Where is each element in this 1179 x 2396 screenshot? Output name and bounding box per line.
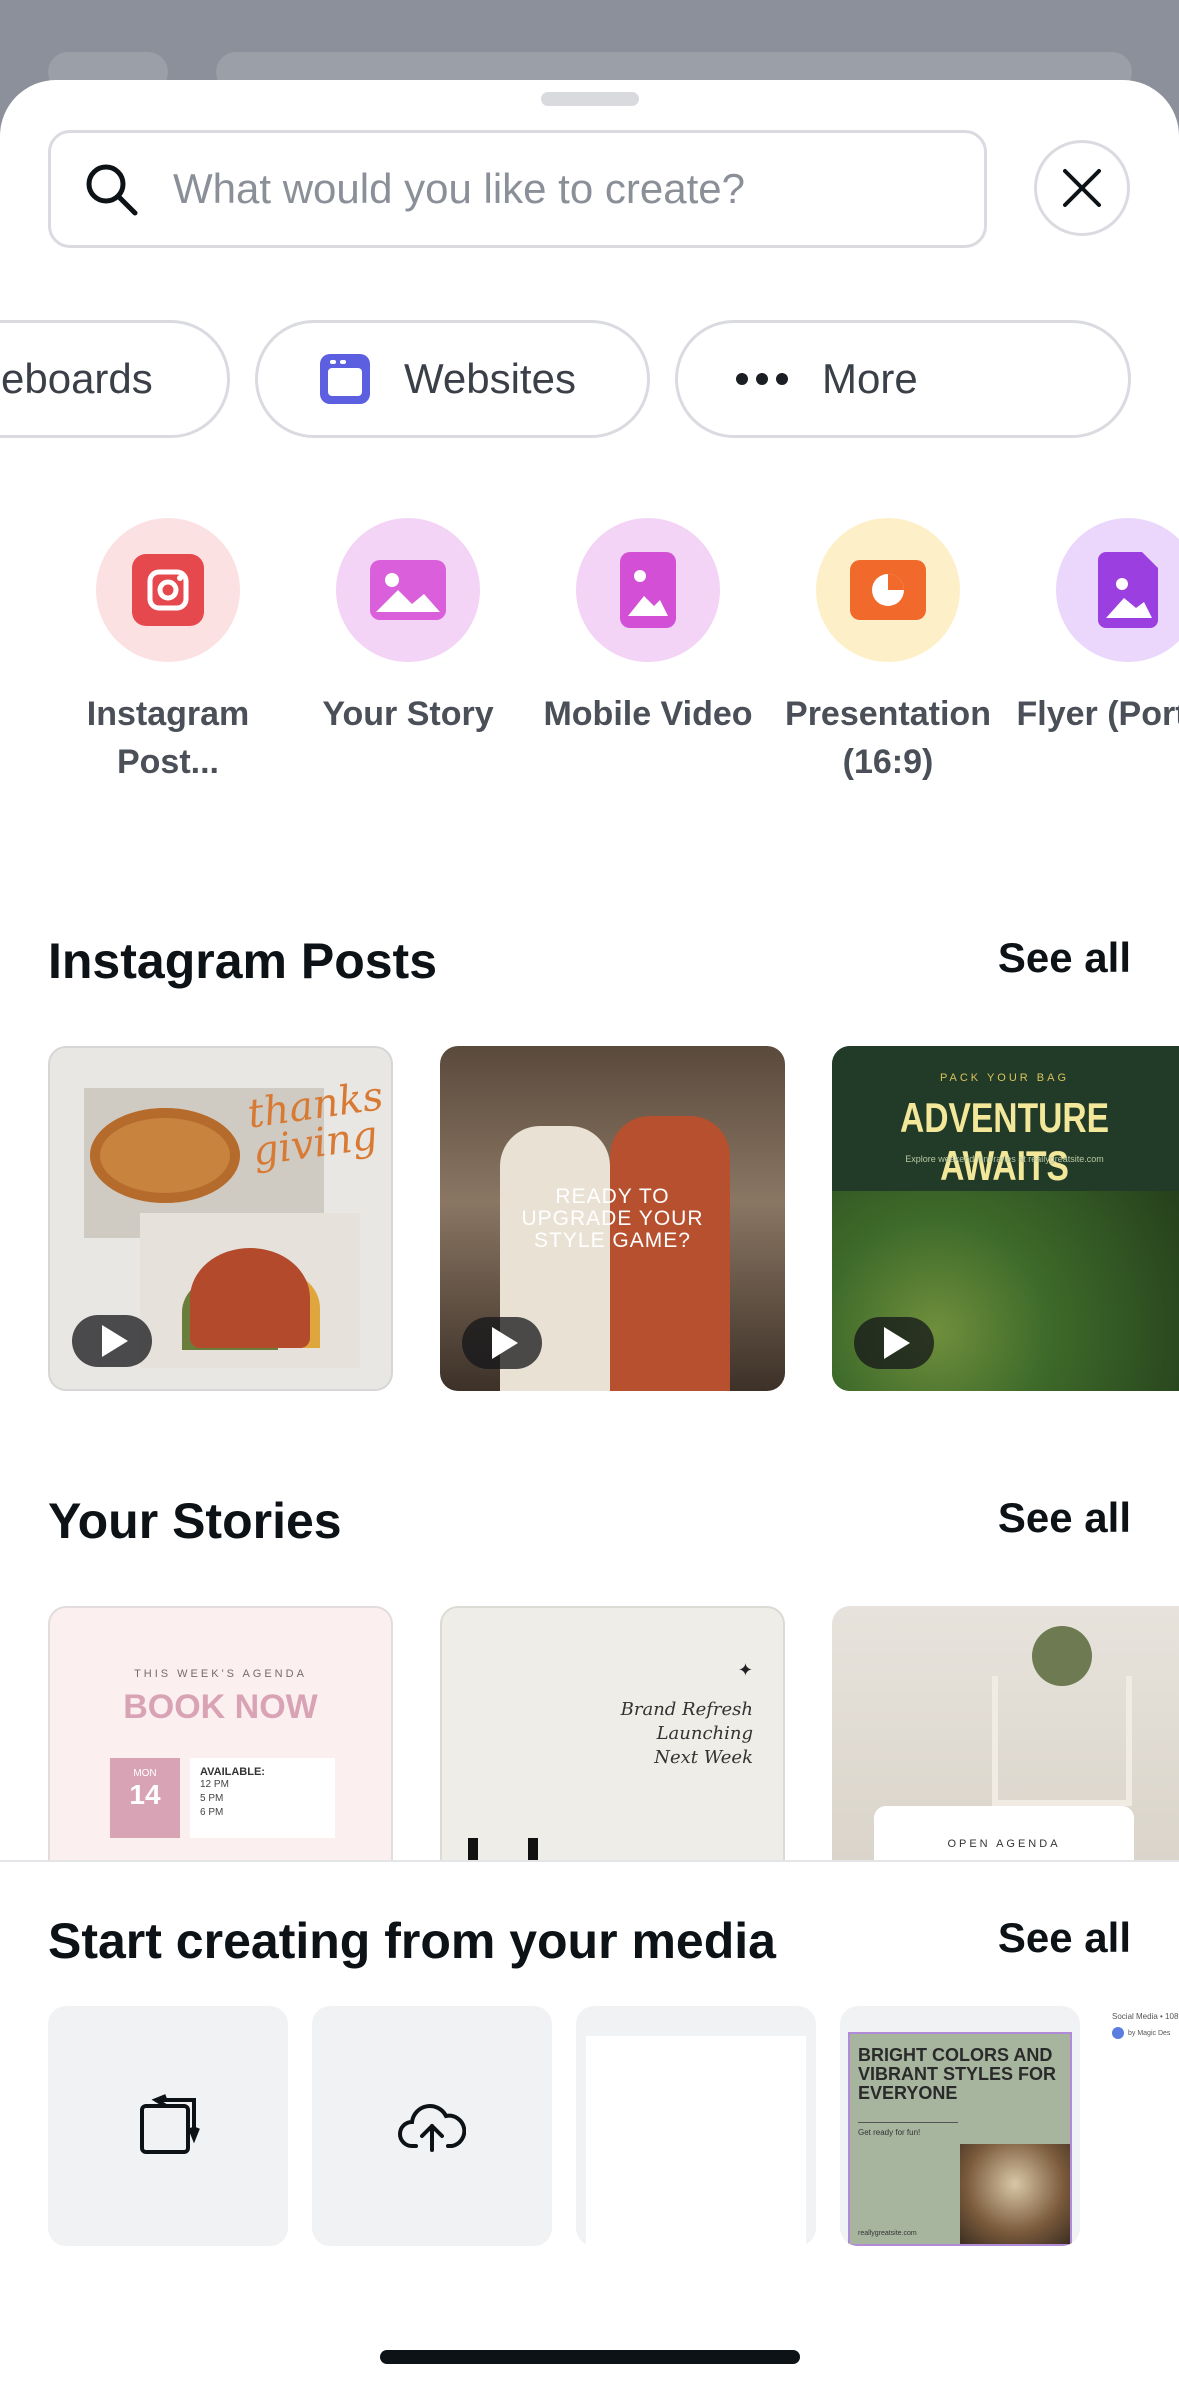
- shortcut-circle: [96, 518, 240, 662]
- section-title-media: Start creating from your media: [48, 1913, 776, 1969]
- search-input[interactable]: What would you like to create?: [48, 130, 987, 248]
- presentation-icon: [850, 560, 926, 620]
- flowers-image: [190, 1248, 310, 1348]
- chip-whiteboards[interactable]: eboards: [0, 320, 230, 438]
- shortcut-label: Mobile Video: [543, 695, 753, 733]
- media-thumbnail-blank[interactable]: [576, 2006, 816, 2246]
- mobile-video-icon: [620, 552, 676, 628]
- preview-subtext: Get ready for fun!: [858, 2128, 921, 2137]
- date-day: MON: [133, 1768, 157, 1779]
- availability-box: AVAILABLE: 12 PM 5 PM 6 PM: [190, 1758, 335, 1838]
- shortcut-circle: [816, 518, 960, 662]
- flyer-icon: [1098, 552, 1158, 628]
- chip-label: Websites: [404, 355, 576, 402]
- template-kicker: THIS WEEK'S AGENDA: [134, 1668, 307, 1680]
- time-slot: 6 PM: [200, 1807, 224, 1818]
- home-indicator[interactable]: [380, 2350, 800, 2364]
- play-button[interactable]: [462, 1317, 542, 1369]
- template-headline: READY TO UPGRADE YOUR STYLE GAME?: [521, 1185, 704, 1252]
- section-title-instagram-posts: Instagram Posts: [48, 933, 438, 989]
- shortcut-your-story[interactable]: Your Story: [293, 518, 523, 738]
- time-slot: 5 PM: [200, 1793, 224, 1804]
- play-button[interactable]: [72, 1315, 152, 1367]
- see-all-your-stories[interactable]: See all: [998, 1494, 1131, 1542]
- preview-url: reallygreatsite.com: [858, 2230, 917, 2237]
- shortcut-instagram-post[interactable]: Instagram Post...: [53, 518, 283, 786]
- media-thumbnail-bright-colors[interactable]: BRIGHT COLORS AND VIBRANT STYLES FOR EVE…: [840, 2006, 1080, 2246]
- availability-label: AVAILABLE:: [200, 1766, 265, 1778]
- play-button[interactable]: [854, 1317, 934, 1369]
- shortcut-label: Presentation (16:9): [785, 695, 991, 781]
- shortcut-circle: [576, 518, 720, 662]
- date-block: MON 14: [110, 1758, 180, 1838]
- template-headline: Brand Refresh Launching Next Week: [620, 1699, 753, 1768]
- search-icon: [86, 164, 138, 216]
- chip-websites[interactable]: Websites: [255, 320, 650, 438]
- shortcut-flyer[interactable]: Flyer (Portrait: [1013, 518, 1179, 738]
- close-icon: [1063, 169, 1101, 207]
- resize-media-tile[interactable]: [48, 2006, 288, 2246]
- cloud-upload-icon: [398, 2104, 466, 2152]
- create-sheet: What would you like to create? eboards W…: [0, 80, 1179, 2396]
- shortcut-mobile-video[interactable]: Mobile Video: [533, 518, 763, 738]
- shortcut-circle: [1056, 518, 1179, 662]
- shelf-image: [992, 1676, 1132, 1806]
- more-dots-icon: [736, 373, 788, 385]
- chip-label: More: [822, 355, 918, 402]
- template-headline: BOOK NOW: [123, 1688, 318, 1726]
- template-card-adventure[interactable]: PACK YOUR BAG ADVENTURE AWAITS Explore w…: [832, 1046, 1179, 1391]
- shortcut-presentation[interactable]: Presentation (16:9): [773, 518, 1003, 786]
- resize-icon: [140, 2094, 200, 2154]
- time-slot: 12 PM: [200, 1779, 229, 1790]
- avatar: [1112, 2027, 1124, 2039]
- instagram-icon: [132, 554, 204, 626]
- cupcake-image: [960, 2144, 1070, 2244]
- media-panel: Start creating from your media See all B…: [0, 1860, 1179, 2396]
- template-script-text: thanks giving: [244, 1073, 386, 1176]
- preview-headline: BRIGHT COLORS AND VIBRANT STYLES FOR EVE…: [858, 2045, 1057, 2103]
- template-card-style-game[interactable]: READY TO UPGRADE YOUR STYLE GAME?: [440, 1046, 785, 1391]
- shortcut-label: Your Story: [322, 695, 494, 733]
- pie-image: [90, 1108, 240, 1203]
- design-preview: BRIGHT COLORS AND VIBRANT STYLES FOR EVE…: [848, 2032, 1072, 2246]
- shortcut-label: Instagram Post...: [86, 695, 250, 781]
- person-image: [610, 1116, 730, 1391]
- thumbnail-author: by Magic Des: [1112, 2027, 1179, 2039]
- date-number: 14: [129, 1779, 161, 1810]
- close-button[interactable]: [1034, 140, 1130, 236]
- author-text: by Magic Des: [1128, 2029, 1171, 2037]
- template-card-thanksgiving[interactable]: thanks giving: [48, 1046, 393, 1391]
- shortcut-label: Flyer (Portrait: [1016, 695, 1179, 733]
- image-icon: [370, 560, 446, 620]
- see-all-instagram-posts[interactable]: See all: [998, 934, 1131, 982]
- template-kicker: PACK YOUR BAG: [939, 1072, 1070, 1084]
- media-thumbnail-social[interactable]: Social Media • 108 by Magic Des: [1112, 2012, 1179, 2039]
- sparkle-icon: ✦: [737, 1660, 753, 1680]
- template-headline: ADVENTURE AWAITS: [899, 1094, 1110, 1189]
- template-text: OPEN AGENDA: [947, 1838, 1061, 1850]
- browser-window-icon: [320, 354, 370, 404]
- sheet-grabber[interactable]: [541, 92, 639, 106]
- template-subtext: Explore weekend itineraries at reallygre…: [905, 1154, 1104, 1164]
- plant-image: [1032, 1626, 1092, 1686]
- section-title-your-stories: Your Stories: [48, 1493, 342, 1549]
- divider: [858, 2122, 958, 2123]
- blank-design: [586, 2036, 806, 2246]
- see-all-media[interactable]: See all: [998, 1914, 1131, 1962]
- search-placeholder: What would you like to create?: [173, 165, 745, 212]
- upload-media-tile[interactable]: [312, 2006, 552, 2246]
- chip-label: eboards: [1, 355, 153, 402]
- thumbnail-label: Social Media • 108: [1112, 2012, 1179, 2021]
- chip-more[interactable]: More: [675, 320, 1131, 438]
- shortcut-circle: [336, 518, 480, 662]
